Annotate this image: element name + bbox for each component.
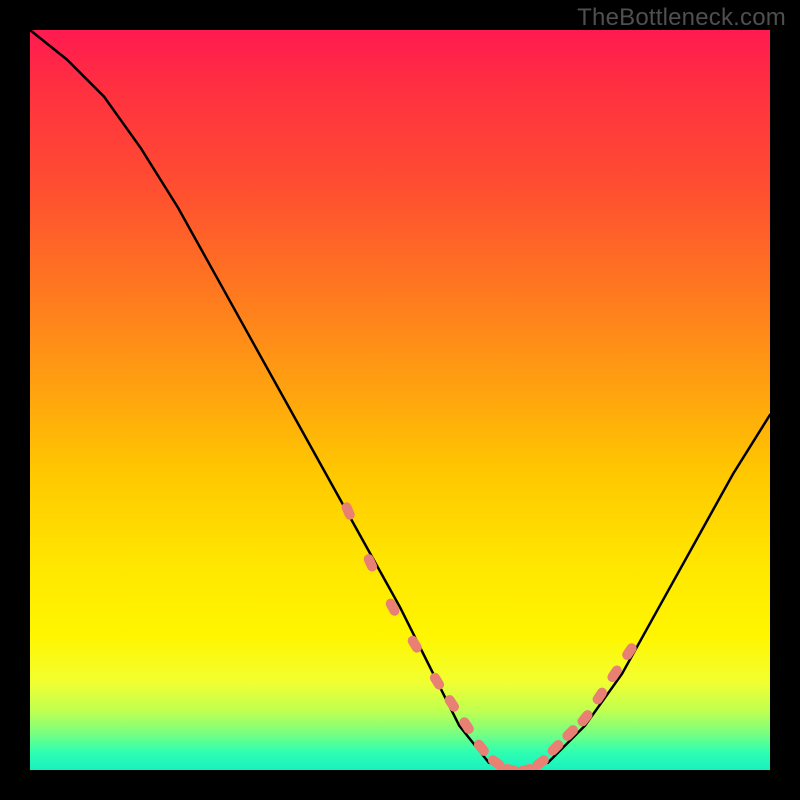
marker-point xyxy=(560,723,580,743)
marker-point xyxy=(620,641,638,662)
marker-point xyxy=(428,671,446,692)
marker-point xyxy=(546,738,566,758)
highlight-markers xyxy=(340,501,638,770)
chart-svg xyxy=(30,30,770,770)
plot-area xyxy=(30,30,770,770)
marker-point xyxy=(530,753,550,770)
bottleneck-curve xyxy=(30,30,770,770)
chart-frame: TheBottleneck.com xyxy=(0,0,800,800)
marker-point xyxy=(472,738,491,758)
watermark-text: TheBottleneck.com xyxy=(577,4,786,32)
